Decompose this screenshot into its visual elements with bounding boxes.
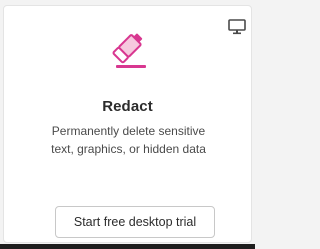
start-free-desktop-trial-button[interactable]: Start free desktop trial [55, 206, 215, 238]
tool-description: Permanently delete sensitive text, graph… [24, 122, 233, 158]
tool-title: Redact [102, 98, 153, 115]
redact-tool-card[interactable]: Redact Permanently delete sensitive text… [3, 5, 252, 243]
description-line-1: Permanently delete sensitive [51, 124, 206, 138]
marker-eraser-icon [109, 28, 155, 74]
bottom-edge-bar [0, 244, 255, 249]
desktop-monitor-icon [228, 19, 246, 35]
description-line-2: text, graphics, or hidden data [51, 142, 206, 156]
